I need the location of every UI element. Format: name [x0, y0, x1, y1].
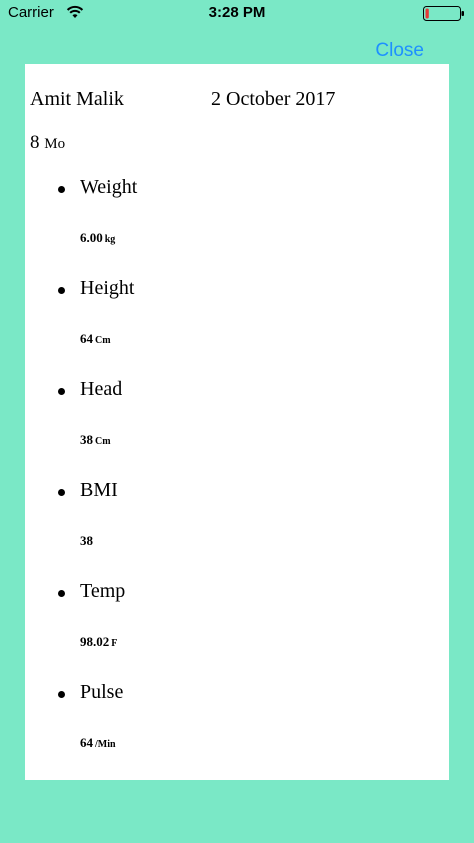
- metric-label: Pulse: [80, 681, 124, 703]
- close-button[interactable]: Close: [375, 40, 424, 62]
- metric-item-bmi: BMI 38: [25, 477, 449, 578]
- metric-value: 64/Min: [80, 735, 116, 751]
- status-bar: Carrier 3:28 PM: [0, 0, 474, 28]
- metric-number: 98.02: [80, 634, 110, 649]
- metric-label: Temp: [80, 580, 126, 602]
- battery-icon: [423, 6, 464, 21]
- metric-number: 38: [80, 432, 93, 447]
- patient-age: 8 Mo: [30, 132, 65, 154]
- metric-item-height: Height 64 Cm: [25, 275, 449, 376]
- report-card: Amit Malik 2 October 2017 8 Mo Weight 6.…: [25, 64, 449, 780]
- patient-name: Amit Malik: [30, 88, 124, 110]
- age-value: 8: [30, 132, 40, 153]
- metric-item-head: Head 38 Cm: [25, 376, 449, 477]
- metric-value: 38: [80, 533, 95, 549]
- metric-item-weight: Weight 6.00 kg: [25, 174, 449, 275]
- metric-value: 64 Cm: [80, 331, 111, 347]
- metric-label: Weight: [80, 176, 138, 198]
- metric-unit: F: [111, 638, 118, 649]
- bullet-icon: [58, 691, 65, 698]
- metric-item-temp: Temp 98.02 F: [25, 578, 449, 679]
- metric-label: BMI: [80, 479, 118, 501]
- bullet-icon: [58, 489, 65, 496]
- metric-number: 64: [80, 735, 93, 750]
- metric-item-pulse: Pulse 64/Min: [25, 679, 449, 780]
- metric-value: 98.02 F: [80, 634, 117, 650]
- metric-number: 64: [80, 331, 93, 346]
- metric-value: 38 Cm: [80, 432, 111, 448]
- report-date: 2 October 2017: [211, 88, 336, 110]
- bullet-icon: [58, 186, 65, 193]
- metric-unit: Cm: [95, 335, 111, 346]
- metric-unit: /Min: [95, 739, 116, 750]
- metric-unit: Cm: [95, 436, 111, 447]
- status-time: 3:28 PM: [208, 4, 266, 21]
- metric-unit: kg: [104, 234, 116, 245]
- bullet-icon: [58, 590, 65, 597]
- bullet-icon: [58, 287, 65, 294]
- metric-label: Head: [80, 378, 123, 400]
- metric-value: 6.00 kg: [80, 230, 115, 246]
- metric-number: 38: [80, 533, 93, 548]
- metrics-list: Weight 6.00 kg Height 64 Cm Head 38 Cm BMI …: [25, 174, 449, 780]
- metric-number: 6.00: [80, 230, 103, 245]
- metric-label: Height: [80, 277, 135, 299]
- age-unit: Mo: [44, 136, 66, 152]
- bullet-icon: [58, 388, 65, 395]
